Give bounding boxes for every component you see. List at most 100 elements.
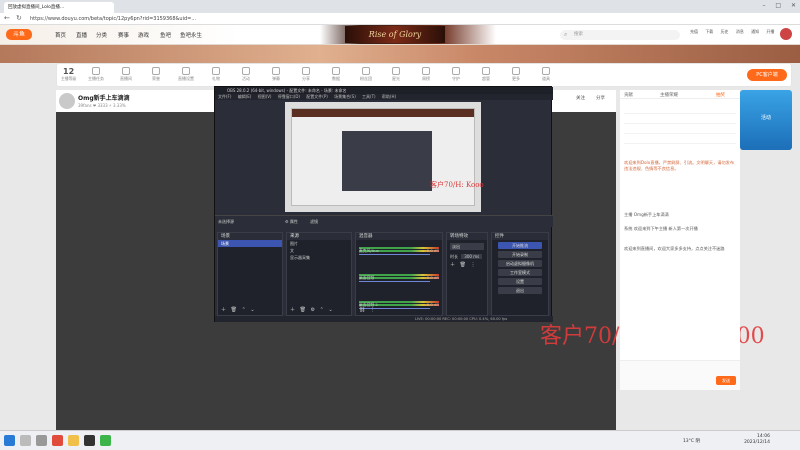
history-link[interactable]: 历史 xyxy=(721,29,729,34)
back-icon[interactable]: ← xyxy=(4,14,10,22)
transition-duration[interactable]: 时长 300 ms xyxy=(450,253,484,260)
start-virtual-camera-button[interactable]: 启动虚拟摄像机 xyxy=(498,260,542,267)
toolbar-item[interactable]: 守护 xyxy=(447,67,465,85)
nav-yuba[interactable]: 鱼吧 xyxy=(160,31,171,39)
transition-menu-icon[interactable]: ⋮ xyxy=(471,262,476,268)
system-clock[interactable]: 14:06 2023/12/14 xyxy=(744,434,770,446)
menu-docks[interactable]: 停靠窗口(D) xyxy=(278,94,300,99)
source-settings-icon[interactable]: ⚙ xyxy=(311,307,315,313)
filters-button[interactable]: 滤镜 xyxy=(310,219,318,225)
toolbar-item[interactable]: 周榜 xyxy=(417,67,435,85)
minimize-icon[interactable]: – xyxy=(762,2,765,9)
menu-view[interactable]: 视图(V) xyxy=(258,94,272,99)
site-logo[interactable]: 斗鱼 xyxy=(6,29,32,40)
taskview-icon[interactable] xyxy=(36,435,47,446)
move-down-icon[interactable]: ⌄ xyxy=(250,307,254,313)
start-live-link[interactable]: 开播 xyxy=(766,29,774,34)
remove-source-icon[interactable]: 🗑 xyxy=(300,307,306,313)
add-transition-icon[interactable]: ＋ xyxy=(450,262,455,268)
scene-item[interactable]: 场景 xyxy=(218,240,282,247)
mixer-menu-icon[interactable]: ⋮ xyxy=(370,307,375,313)
move-up-icon[interactable]: ⌃ xyxy=(242,307,246,313)
download-link[interactable]: 下载 xyxy=(705,29,713,34)
nav-category[interactable]: 分类 xyxy=(96,31,107,39)
side-ad-banner[interactable]: 活动 xyxy=(740,90,792,150)
remove-transition-icon[interactable]: 🗑 xyxy=(460,262,466,268)
toolbar-item[interactable]: 星光 xyxy=(387,67,405,85)
start-icon[interactable] xyxy=(4,435,15,446)
nav-yuba-forever[interactable]: 鱼吧永生 xyxy=(180,31,202,39)
toolbar-item[interactable]: 荣誉 xyxy=(147,67,165,85)
url-field[interactable]: https://www.douyu.com/beta/topic/12py6pn… xyxy=(30,15,730,23)
nav-home[interactable]: 首页 xyxy=(55,31,66,39)
toolbar-item[interactable]: 更多 xyxy=(507,67,525,85)
toolbar-item[interactable]: 直播间 xyxy=(117,67,135,85)
add-source-icon[interactable]: ＋ xyxy=(290,307,295,313)
follow-button[interactable]: 关注 xyxy=(576,95,585,101)
properties-button[interactable]: ⚙ 属性 xyxy=(285,219,298,225)
toolbar-item[interactable]: 活动 xyxy=(237,67,255,85)
exit-button[interactable]: 退出 xyxy=(498,287,542,294)
menu-help[interactable]: 帮助(H) xyxy=(382,94,396,99)
menu-file[interactable]: 文件(F) xyxy=(218,94,231,99)
notify-link[interactable]: 通知 xyxy=(751,29,759,34)
obs-icon[interactable] xyxy=(84,435,95,446)
move-down-icon[interactable]: ⌄ xyxy=(328,307,332,313)
pc-client-button[interactable]: PC客户端 xyxy=(747,69,787,81)
nav-games[interactable]: 游戏 xyxy=(138,31,149,39)
source-item[interactable]: 文 xyxy=(287,247,351,254)
close-icon[interactable]: ✕ xyxy=(791,2,796,9)
search-input[interactable]: 搜索 xyxy=(560,30,680,40)
tab-lottery[interactable]: 抽奖 xyxy=(716,92,725,98)
weather-widget[interactable]: 13°C 阴 xyxy=(683,438,700,444)
search-icon[interactable] xyxy=(20,435,31,446)
share-button[interactable]: 分享 xyxy=(596,95,605,101)
chat-message: 欢迎来到直播间，欢迎大家多多支持，点点关注不迷路 xyxy=(624,246,725,251)
obs-preview[interactable] xyxy=(285,102,481,212)
folder-icon[interactable] xyxy=(68,435,79,446)
search-icon[interactable]: ⌕ xyxy=(564,31,567,39)
toolbar-item[interactable]: 弹幕 xyxy=(267,67,285,85)
message-link[interactable]: 消息 xyxy=(736,29,744,34)
move-up-icon[interactable]: ⌃ xyxy=(320,307,324,313)
menu-scene-collection[interactable]: 场景集合(S) xyxy=(334,94,356,99)
toolbar-item[interactable]: 直播设置 xyxy=(177,67,195,85)
settings-button[interactable]: 设置 xyxy=(498,278,542,285)
toolbar-item[interactable]: 数据 xyxy=(327,67,345,85)
send-button[interactable]: 发送 xyxy=(716,376,736,385)
tab-anchor-honor[interactable]: 主播荣耀 xyxy=(660,92,678,98)
volume-slider[interactable] xyxy=(359,254,430,255)
menu-edit[interactable]: 编辑(E) xyxy=(238,94,252,99)
toolbar-item[interactable]: 分享 xyxy=(297,67,315,85)
maximize-icon[interactable]: □ xyxy=(775,2,781,9)
menu-tools[interactable]: 工具(T) xyxy=(362,94,376,99)
studio-mode-button[interactable]: 工作室模式 xyxy=(498,269,542,276)
refresh-icon[interactable]: ↻ xyxy=(16,14,22,22)
toolbar-item[interactable]: 礼物 xyxy=(207,67,225,85)
toolbar-item[interactable]: 主播任务 xyxy=(87,67,105,85)
nav-live[interactable]: 直播 xyxy=(76,31,87,39)
source-item[interactable]: 显示器采集 xyxy=(287,254,351,261)
nav-events[interactable]: 赛事 xyxy=(118,31,129,39)
start-streaming-button[interactable]: 开始推流 xyxy=(498,242,542,249)
toolbar-item[interactable]: 道具 xyxy=(537,67,555,85)
recharge-link[interactable]: 充值 xyxy=(690,29,698,34)
tab-contribution[interactable]: 贡献 xyxy=(624,92,633,98)
wechat-icon[interactable] xyxy=(100,435,111,446)
remove-scene-icon[interactable]: 🗑 xyxy=(231,307,237,313)
transition-select[interactable]: 淡出 xyxy=(450,243,484,250)
volume-slider[interactable] xyxy=(359,281,430,282)
chrome-icon[interactable] xyxy=(52,435,63,446)
toolbar-item[interactable]: 粉丝团 xyxy=(357,67,375,85)
source-item[interactable]: 图片 xyxy=(287,240,351,247)
browser-tab[interactable]: 回放虚拟直播间_Lolo直播... xyxy=(4,2,114,13)
toolbar-item[interactable]: 超管 xyxy=(477,67,495,85)
link-icon[interactable]: ⛓ xyxy=(359,307,365,313)
start-recording-button[interactable]: 开始录制 xyxy=(498,251,542,258)
streamer-avatar[interactable] xyxy=(59,93,75,109)
menu-profile[interactable]: 配置文件(P) xyxy=(306,94,328,99)
chat-input-area[interactable]: 发送 xyxy=(620,360,740,390)
add-scene-icon[interactable]: ＋ xyxy=(221,307,226,313)
game-banner[interactable]: Rise of Glory xyxy=(345,26,445,43)
user-avatar[interactable] xyxy=(780,28,792,40)
